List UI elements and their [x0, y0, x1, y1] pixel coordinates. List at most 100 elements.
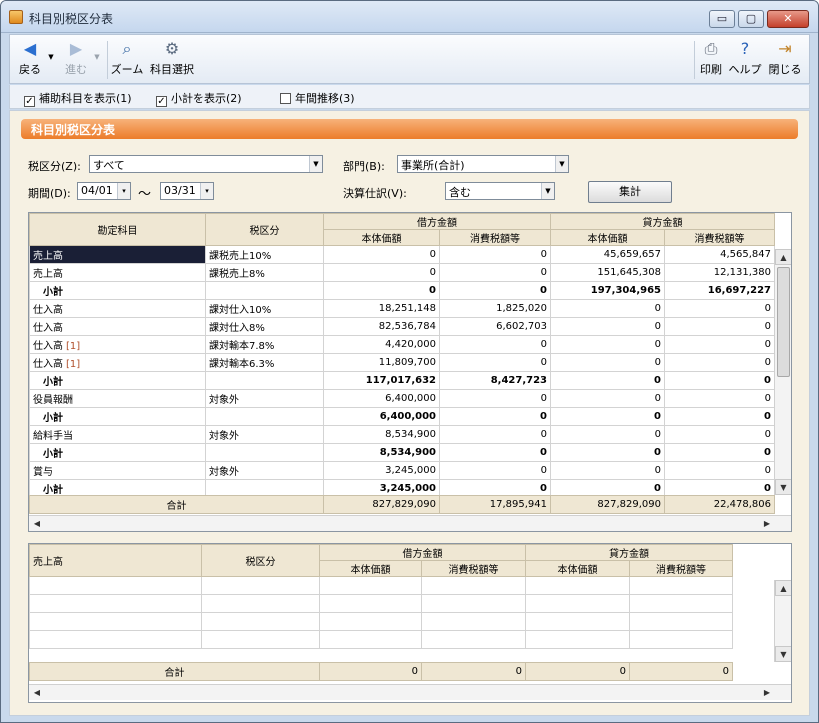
empty-cell[interactable]	[525, 612, 630, 631]
empty-cell[interactable]	[525, 594, 630, 613]
account-cell[interactable]: 賞与	[29, 461, 206, 480]
debit-base-cell[interactable]: 8,534,900	[323, 425, 440, 444]
subtotal-row[interactable]: 小計 8,534,900 0 0 0	[29, 443, 775, 462]
scroll-up-icon[interactable]: ▲	[775, 580, 791, 596]
department-combo[interactable]: 事業所(合計) ▼	[397, 155, 569, 173]
table-row[interactable]: 売上高 課税売上10% 0 0 45,659,657 4,565,847	[29, 245, 775, 264]
empty-cell[interactable]	[319, 576, 422, 595]
account-cell[interactable]: 小計	[29, 407, 206, 426]
credit-base-cell[interactable]: 0	[550, 407, 665, 426]
detail-header-credit-base[interactable]: 本体価額	[525, 560, 630, 577]
tax-category-cell[interactable]: 課対輸本7.8%	[205, 335, 324, 354]
tax-category-cell[interactable]	[205, 407, 324, 426]
empty-cell[interactable]	[629, 612, 733, 631]
help-button[interactable]: ? ヘルプ	[728, 39, 762, 77]
debit-tax-cell[interactable]: 0	[439, 281, 551, 300]
debit-tax-cell[interactable]: 0	[439, 245, 551, 264]
debit-tax-cell[interactable]: 0	[439, 335, 551, 354]
back-history-dropdown[interactable]: ▼	[46, 53, 56, 61]
detail-horizontal-scrollbar[interactable]: ◀ ▶	[29, 684, 791, 700]
credit-base-cell[interactable]: 0	[550, 317, 665, 336]
empty-cell[interactable]	[201, 612, 320, 631]
main-vertical-scrollbar[interactable]: ▲ ▼	[774, 249, 791, 495]
forward-button[interactable]: ▶ 進む	[60, 39, 92, 77]
credit-tax-cell[interactable]: 0	[664, 407, 775, 426]
debit-base-cell[interactable]: 0	[323, 245, 440, 264]
debit-base-cell[interactable]: 8,534,900	[323, 443, 440, 462]
empty-cell[interactable]	[629, 576, 733, 595]
scroll-up-icon[interactable]: ▲	[775, 249, 791, 265]
account-cell[interactable]: 役員報酬	[29, 389, 206, 408]
scroll-right-icon[interactable]: ▶	[759, 516, 775, 531]
account-cell[interactable]: 仕入高 [1]	[29, 353, 206, 372]
zoom-button[interactable]: ⌕ ズーム	[110, 39, 144, 77]
credit-tax-cell[interactable]: 0	[664, 353, 775, 372]
scroll-left-icon[interactable]: ◀	[29, 685, 45, 700]
credit-base-cell[interactable]: 0	[550, 443, 665, 462]
detail-header-tax[interactable]: 税区分	[201, 544, 320, 577]
empty-cell[interactable]	[201, 594, 320, 613]
credit-tax-cell[interactable]: 12,131,380	[664, 263, 775, 282]
table-row[interactable]: 給料手当 対象外 8,534,900 0 0 0	[29, 425, 775, 444]
debit-base-cell[interactable]: 0	[323, 263, 440, 282]
empty-cell[interactable]	[201, 630, 320, 649]
credit-base-cell[interactable]: 197,304,965	[550, 281, 665, 300]
aggregate-button[interactable]: 集計	[588, 181, 672, 203]
account-cell[interactable]: 給料手当	[29, 425, 206, 444]
debit-tax-cell[interactable]: 6,602,703	[439, 317, 551, 336]
maximize-button[interactable]: ▢	[738, 10, 764, 28]
empty-cell[interactable]	[319, 594, 422, 613]
debit-base-cell[interactable]: 3,245,000	[323, 461, 440, 480]
empty-row[interactable]	[29, 612, 733, 631]
debit-tax-cell[interactable]: 0	[439, 407, 551, 426]
credit-tax-cell[interactable]: 0	[664, 335, 775, 354]
subtotal-row[interactable]: 小計 0 0 197,304,965 16,697,227	[29, 281, 775, 300]
empty-cell[interactable]	[525, 630, 630, 649]
debit-base-cell[interactable]: 18,251,148	[323, 299, 440, 318]
empty-cell[interactable]	[421, 594, 526, 613]
col-header-account[interactable]: 勘定科目	[29, 213, 206, 246]
debit-base-cell[interactable]: 4,420,000	[323, 335, 440, 354]
credit-base-cell[interactable]: 0	[550, 461, 665, 480]
table-row[interactable]: 仕入高 [1] 課対輸本6.3% 11,809,700 0 0 0	[29, 353, 775, 372]
debit-tax-cell[interactable]: 0	[439, 425, 551, 444]
closing-entry-combo[interactable]: 含む ▼	[445, 182, 555, 200]
col-header-debit-base[interactable]: 本体価額	[323, 229, 440, 246]
annual-trend-checkbox[interactable]: 年間推移(3)	[280, 90, 355, 106]
tax-category-cell[interactable]: 課対輸本6.3%	[205, 353, 324, 372]
table-row[interactable]: 賞与 対象外 3,245,000 0 0 0	[29, 461, 775, 480]
tax-category-cell[interactable]: 課税売上10%	[205, 245, 324, 264]
scroll-left-icon[interactable]: ◀	[29, 516, 45, 531]
empty-cell[interactable]	[629, 594, 733, 613]
empty-cell[interactable]	[629, 630, 733, 649]
col-header-tax[interactable]: 税区分	[205, 213, 324, 246]
account-cell[interactable]: 売上高	[29, 245, 206, 264]
empty-cell[interactable]	[201, 576, 320, 595]
credit-base-cell[interactable]: 0	[550, 371, 665, 390]
credit-tax-cell[interactable]: 0	[664, 389, 775, 408]
account-cell[interactable]: 小計	[29, 443, 206, 462]
period-to-combo[interactable]: 03/31 ▾	[160, 182, 214, 200]
tax-category-cell[interactable]: 対象外	[205, 389, 324, 408]
debit-tax-cell[interactable]: 0	[439, 263, 551, 282]
period-from-combo[interactable]: 04/01 ▾	[77, 182, 131, 200]
debit-base-cell[interactable]: 6,400,000	[323, 389, 440, 408]
empty-cell[interactable]	[319, 630, 422, 649]
tax-category-cell[interactable]	[205, 281, 324, 300]
empty-cell[interactable]	[319, 612, 422, 631]
empty-cell[interactable]	[525, 576, 630, 595]
debit-base-cell[interactable]: 0	[323, 281, 440, 300]
tax-category-cell[interactable]: 課対仕入8%	[205, 317, 324, 336]
subtotal-row[interactable]: 小計 6,400,000 0 0 0	[29, 407, 775, 426]
scroll-right-icon[interactable]: ▶	[759, 685, 775, 700]
table-row[interactable]: 役員報酬 対象外 6,400,000 0 0 0	[29, 389, 775, 408]
account-cell[interactable]: 仕入高	[29, 299, 206, 318]
print-button[interactable]: ⎙ 印刷	[696, 39, 726, 77]
credit-tax-cell[interactable]: 0	[664, 425, 775, 444]
tax-category-combo[interactable]: すべて ▼	[89, 155, 323, 173]
debit-tax-cell[interactable]: 0	[439, 389, 551, 408]
credit-base-cell[interactable]: 45,659,657	[550, 245, 665, 264]
forward-history-dropdown[interactable]: ▼	[92, 53, 102, 61]
table-row[interactable]: 仕入高 [1] 課対輸本7.8% 4,420,000 0 0 0	[29, 335, 775, 354]
empty-cell[interactable]	[421, 630, 526, 649]
